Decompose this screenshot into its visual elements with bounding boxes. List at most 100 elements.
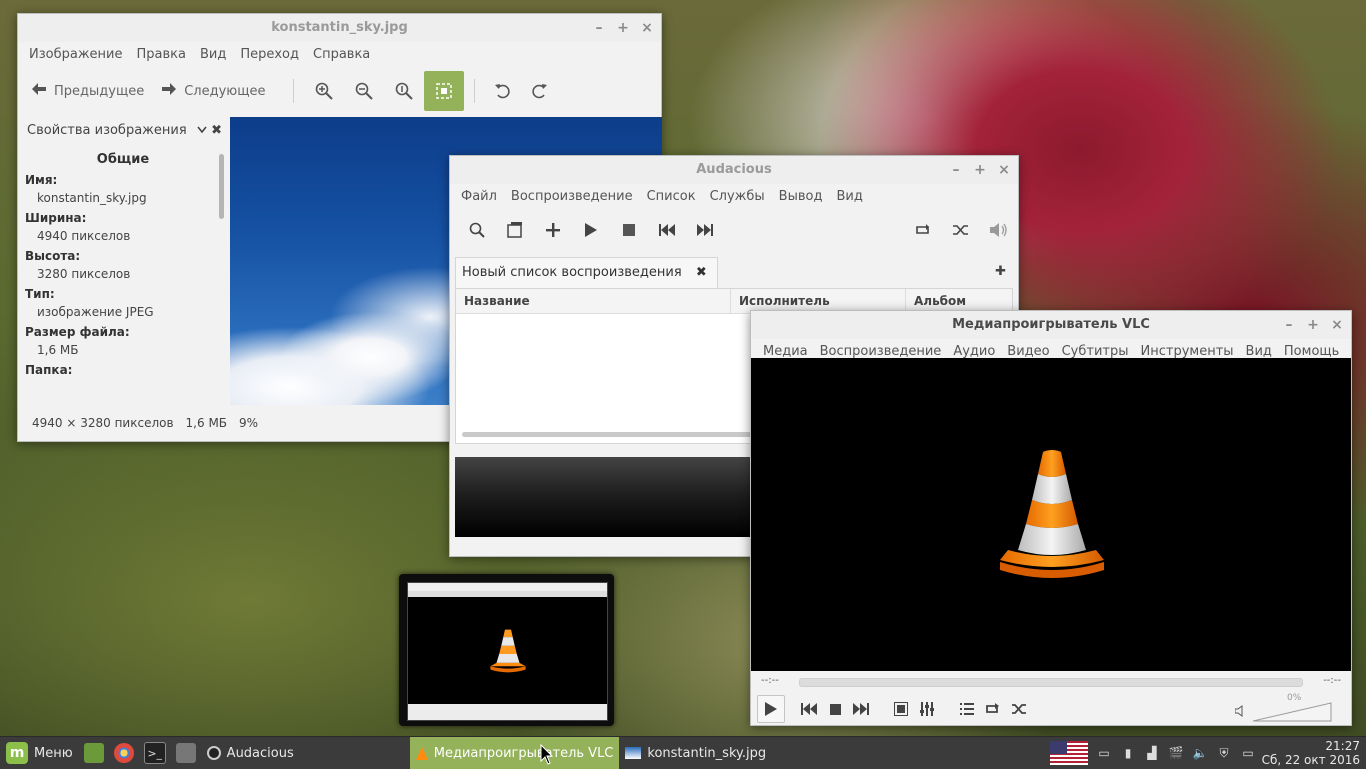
menu-file[interactable]: Файл (454, 189, 504, 204)
playlist-toggle-button[interactable] (955, 697, 979, 721)
battery-icon[interactable]: ▭ (1240, 745, 1256, 761)
zoom-fit-button[interactable] (424, 71, 465, 111)
menu-image[interactable]: Изображение (22, 47, 129, 62)
rotate-right-icon (532, 84, 548, 99)
play-button[interactable] (757, 695, 785, 723)
clock[interactable]: 21:27 Сб, 22 окт 2016 (1262, 739, 1360, 767)
menu-view[interactable]: Вид (829, 189, 869, 204)
menu-help[interactable]: Помощь (1278, 344, 1345, 359)
menu-help[interactable]: Справка (306, 47, 377, 62)
clipboard-icon[interactable]: ▮ (1120, 745, 1136, 761)
arrow-right-icon (162, 83, 177, 99)
zoom-in-button[interactable] (304, 71, 344, 111)
close-icon[interactable]: × (998, 163, 1010, 177)
previous-button[interactable] (797, 697, 821, 721)
vlc-window[interactable]: Медиапроигрыватель VLC – + × Медиа Воспр… (750, 310, 1352, 726)
maximize-icon[interactable]: + (617, 21, 629, 35)
viewer-toolbar: Предыдущее Следующее (18, 66, 661, 116)
loop-button[interactable] (981, 697, 1005, 721)
drive-icon[interactable]: ▭ (1096, 745, 1112, 761)
keyboard-layout-flag-icon[interactable] (1050, 741, 1088, 765)
prop-label-folder: Папка: (25, 363, 73, 377)
rotate-left-button[interactable] (485, 71, 521, 111)
fullscreen-button[interactable] (889, 697, 913, 721)
network-signal-icon[interactable]: ▟ (1144, 745, 1160, 761)
previous-track-button[interactable] (648, 215, 686, 245)
menu-tools[interactable]: Инструменты (1135, 344, 1240, 359)
playlist-tab[interactable]: Новый список воспроизведения ✖ (455, 257, 718, 288)
maximize-icon[interactable]: + (1307, 318, 1319, 332)
menu-services[interactable]: Службы (703, 189, 772, 204)
rotate-right-button[interactable] (521, 71, 557, 111)
menu-edit[interactable]: Правка (129, 47, 192, 62)
open-files-icon (507, 222, 522, 238)
vlc-titlebar[interactable]: Медиапроигрыватель VLC – + × (751, 311, 1351, 339)
audacious-titlebar[interactable]: Audacious – + × (450, 156, 1018, 184)
volume-icon[interactable]: 🔈 (1192, 745, 1208, 761)
close-panel-icon[interactable]: ✖ (211, 118, 222, 144)
vlc-controls: 0% (751, 693, 1351, 725)
next-label: Следующее (184, 83, 266, 99)
stop-button[interactable] (610, 215, 648, 245)
viewer-titlebar[interactable]: konstantin_sky.jpg – + × (18, 14, 661, 42)
video-area[interactable] (751, 358, 1351, 671)
close-tab-icon[interactable]: ✖ (696, 265, 707, 280)
menu-playlist[interactable]: Список (640, 189, 703, 204)
menu-audio[interactable]: Аудио (947, 344, 1001, 359)
terminal-icon[interactable]: >_ (143, 742, 166, 764)
speaker-icon[interactable] (1234, 705, 1247, 721)
menu-playback[interactable]: Воспроизведение (504, 189, 640, 204)
menu-playback[interactable]: Воспроизведение (814, 344, 948, 359)
menu-view[interactable]: Вид (1240, 344, 1278, 359)
volume-button[interactable] (980, 215, 1018, 245)
next-button[interactable] (849, 697, 873, 721)
chevron-down-icon[interactable] (197, 123, 207, 138)
menu-view[interactable]: Вид (193, 47, 233, 62)
seek-slider[interactable] (799, 678, 1303, 687)
minimize-icon[interactable]: – (950, 163, 962, 177)
maximize-icon[interactable]: + (974, 163, 986, 177)
zoom-out-button[interactable] (344, 71, 384, 111)
shuffle-button[interactable] (942, 215, 980, 245)
previous-button[interactable]: Предыдущее (32, 83, 144, 99)
taskbar-window-preview[interactable] (399, 574, 614, 726)
close-icon[interactable]: × (1331, 318, 1343, 332)
menu-media[interactable]: Медиа (757, 344, 814, 359)
minimize-icon[interactable]: – (1283, 318, 1295, 332)
column-title[interactable]: Название (456, 289, 731, 313)
minimize-icon[interactable]: – (593, 21, 605, 35)
menu-go[interactable]: Переход (233, 47, 306, 62)
taskbar-item-audacious[interactable]: Audacious (201, 737, 300, 769)
file-manager-icon[interactable] (175, 743, 196, 763)
play-button[interactable] (572, 215, 610, 245)
prop-value-type: изображение JPEG (37, 305, 154, 319)
menu-output[interactable]: Вывод (772, 189, 830, 204)
start-menu-button[interactable]: m Меню (0, 737, 79, 769)
extended-settings-button[interactable] (915, 697, 939, 721)
zoom-normal-icon (396, 82, 414, 100)
next-track-button[interactable] (686, 215, 724, 245)
properties-panel-header[interactable]: Свойства изображения ✖ (18, 118, 228, 144)
menu-video[interactable]: Видео (1001, 344, 1055, 359)
media-clapper-icon[interactable]: 🎬 (1168, 745, 1184, 761)
panel-scrollbar[interactable] (219, 154, 224, 219)
taskbar-item-image-viewer[interactable]: konstantin_sky.jpg (619, 737, 772, 769)
close-icon[interactable]: × (641, 21, 653, 35)
add-files-button[interactable] (534, 215, 572, 245)
volume-slider[interactable]: 0% (1234, 693, 1333, 722)
next-button[interactable]: Следующее (162, 83, 265, 99)
search-button[interactable] (458, 215, 496, 245)
taskbar-item-vlc[interactable]: Медиапроигрыватель VLC (409, 737, 620, 769)
zoom-normal-button[interactable] (384, 71, 424, 111)
show-desktop-icon[interactable] (83, 743, 104, 763)
vlc-title: Медиапроигрыватель VLC (952, 317, 1150, 332)
prop-label-width: Ширина: (25, 211, 87, 225)
shield-icon[interactable]: ⛨ (1216, 745, 1232, 761)
add-playlist-icon[interactable]: ✚ (995, 264, 1006, 279)
menu-subtitles[interactable]: Субтитры (1056, 344, 1135, 359)
stop-button[interactable] (823, 697, 847, 721)
repeat-button[interactable] (904, 215, 942, 245)
random-button[interactable] (1007, 697, 1031, 721)
open-files-button[interactable] (496, 215, 534, 245)
chrome-icon[interactable] (113, 743, 134, 763)
